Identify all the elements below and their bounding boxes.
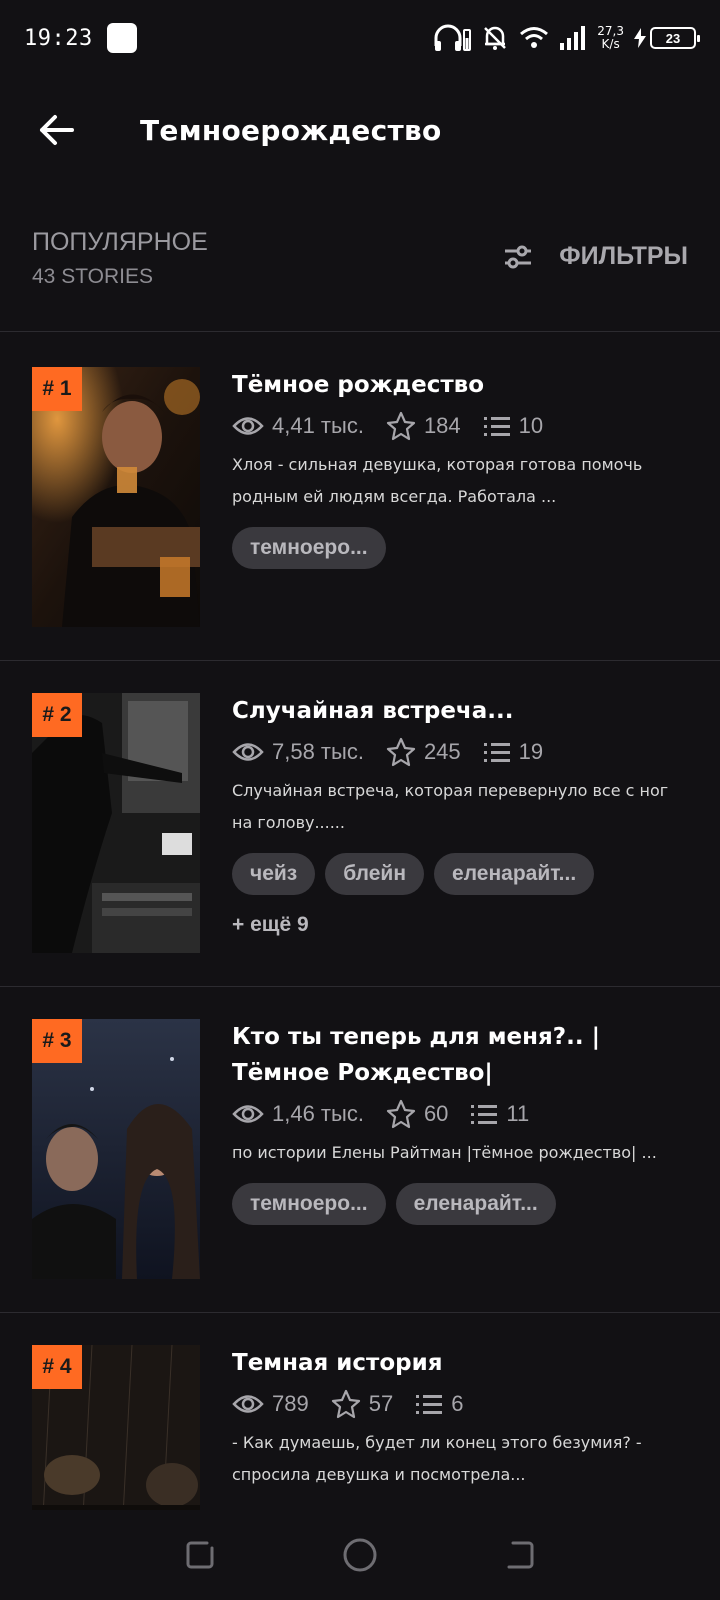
sort-filter-row: ПОПУЛЯРНОЕ 43 STORIES ФИЛЬТРЫ	[0, 212, 720, 332]
speed-unit: K/s	[601, 37, 620, 51]
signal-icon	[560, 26, 586, 50]
story-cover[interactable]: # 3	[32, 1019, 200, 1279]
story-cover[interactable]: # 1	[32, 367, 200, 627]
app-bar: Темноерождество	[0, 80, 720, 180]
tag-list: темноеро... еленарайт...	[232, 1183, 692, 1225]
wifi-icon	[520, 27, 549, 48]
status-bar: 19:23 27,3 K/s 23	[0, 0, 720, 76]
story-title[interactable]: Кто ты теперь для меня?.. | Тёмное Рожде…	[232, 1019, 692, 1091]
story-cover[interactable]: # 4	[32, 1345, 200, 1537]
eye-icon	[232, 743, 264, 761]
parts-count: 19	[518, 739, 544, 764]
tag-chip[interactable]: темноеро...	[232, 527, 386, 569]
story-title[interactable]: Случайная встреча...	[232, 693, 692, 729]
story-description: по истории Елены Райтман |тёмное рождест…	[232, 1143, 657, 1162]
more-tags-link[interactable]: + ещё 9	[232, 913, 692, 937]
home-icon[interactable]	[342, 1537, 378, 1573]
notification-icon	[106, 23, 137, 53]
tag-chip[interactable]: еленарайт...	[434, 853, 595, 895]
tag-chip[interactable]: чейз	[232, 853, 316, 895]
status-time: 19:23	[24, 25, 93, 51]
views-count: 1,46 тыс.	[272, 1101, 364, 1126]
rank-badge: # 1	[32, 367, 82, 411]
sort-label: ПОПУЛЯРНОЕ	[32, 228, 208, 256]
story-stats: 7,58 тыс. 245 19	[232, 737, 692, 767]
rank-badge: # 3	[32, 1019, 82, 1063]
story-description: Случайная встреча, которая перевернуло в…	[232, 781, 669, 832]
rank-badge: # 2	[32, 693, 82, 737]
filters-label: ФИЛЬТРЫ	[559, 242, 688, 270]
eye-icon	[232, 417, 264, 435]
headphones-icon	[434, 24, 472, 51]
tag-chip[interactable]: блейн	[325, 853, 425, 895]
filters-button[interactable]: ФИЛЬТРЫ	[503, 242, 688, 271]
stories-count: 43 STORIES	[32, 265, 153, 288]
story-item[interactable]: # 2 Случайная встреча... 7,58 тыс. 245 1…	[0, 661, 720, 987]
battery-icon: 23	[650, 27, 700, 49]
story-cover[interactable]: # 2	[32, 693, 200, 953]
recent-apps-icon[interactable]	[183, 1538, 217, 1572]
votes-count: 245	[423, 739, 461, 764]
story-stats: 1,46 тыс. 60 11	[232, 1099, 692, 1129]
battery-level: 23	[665, 30, 681, 46]
eye-icon	[232, 1105, 264, 1123]
system-nav-bar	[0, 1510, 720, 1600]
parts-count: 11	[506, 1101, 530, 1126]
views-count: 4,41 тыс.	[272, 413, 364, 438]
tag-list: чейз блейн еленарайт...	[232, 853, 692, 895]
list-icon	[471, 1105, 498, 1124]
star-icon	[331, 1389, 360, 1419]
sliders-icon	[505, 245, 532, 268]
story-description: Хлоя - сильная девушка, которая готова п…	[232, 455, 643, 506]
views-count: 789	[272, 1391, 309, 1416]
tag-chip[interactable]: темноеро...	[232, 1183, 386, 1225]
mute-bell-icon	[484, 26, 507, 50]
parts-count: 10	[518, 413, 544, 438]
story-description: - Как думаешь, будет ли конец этого безу…	[232, 1433, 642, 1484]
story-stats: 4,41 тыс. 184 10	[232, 411, 692, 441]
story-title[interactable]: Темная история	[232, 1345, 692, 1381]
parts-count: 6	[451, 1391, 464, 1416]
views-count: 7,58 тыс.	[272, 739, 364, 764]
story-item[interactable]: # 1 Тёмное рождество 4,41 тыс. 184 10 Хл…	[0, 335, 720, 661]
charging-icon	[634, 28, 646, 48]
votes-count: 57	[368, 1391, 394, 1416]
tag-list: темноеро...	[232, 527, 692, 569]
tag-chip[interactable]: еленарайт...	[395, 1183, 556, 1225]
back-button[interactable]	[24, 98, 88, 162]
story-title[interactable]: Тёмное рождество	[232, 367, 692, 403]
list-icon	[483, 743, 510, 762]
list-icon	[483, 417, 510, 436]
arrow-left-icon	[40, 115, 74, 145]
star-icon	[386, 737, 416, 767]
eye-icon	[232, 1395, 264, 1413]
network-speed: 27,3 K/s	[597, 25, 624, 51]
back-nav-icon[interactable]	[503, 1538, 537, 1572]
votes-count: 184	[423, 413, 461, 438]
star-icon	[386, 411, 416, 441]
story-item[interactable]: # 3 Кто ты теперь для меня?.. | Тёмное Р…	[0, 987, 720, 1313]
rank-badge: # 4	[32, 1345, 82, 1389]
sort-selector[interactable]: ПОПУЛЯРНОЕ 43 STORIES	[32, 212, 208, 289]
story-stats: 789 57 6	[232, 1389, 692, 1419]
votes-count: 60	[423, 1101, 449, 1126]
list-icon	[416, 1395, 443, 1414]
page-title: Темноерождество	[140, 113, 442, 147]
star-icon	[386, 1099, 416, 1129]
